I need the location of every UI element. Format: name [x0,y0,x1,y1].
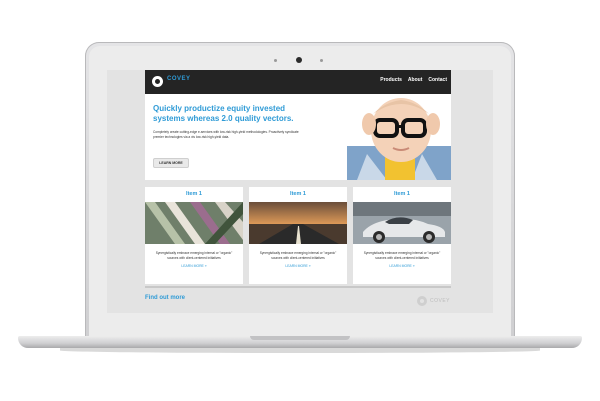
covey-logo-icon[interactable] [152,76,163,87]
footer-brand: COVEY [430,298,451,304]
item-card: Item 1 Synergistically embrace emerging … [353,187,451,284]
item-title[interactable]: Item 1 [145,191,243,197]
item-learn-more-link[interactable]: LEARN MORE » [353,264,451,268]
hero-title: Quickly productize equity invested syste… [153,104,294,123]
footer-logo-icon [417,296,427,306]
item-learn-more-link[interactable]: LEARN MORE » [145,264,243,268]
item-title[interactable]: Item 1 [353,191,451,197]
fabric-image [145,202,243,244]
nav-contact[interactable]: Contact [428,77,447,83]
site-header: COVEY Products About Contact [145,70,451,94]
item-card: Item 1 Synergistically embrace emerging … [145,187,243,284]
brand-name[interactable]: COVEY [167,76,191,82]
sensor-dot [320,59,323,62]
road-image [249,202,347,244]
nav-products[interactable]: Products [380,77,402,83]
item-text: Synergistically embrace emerging interna… [363,251,441,260]
learn-more-button[interactable]: LEARN MORE [153,158,189,168]
items-row: Item 1 Synergistically embrace emerging … [145,187,451,287]
hero-text: Completely create cutting-edge e-service… [153,130,299,139]
item-title[interactable]: Item 1 [249,191,347,197]
baby-with-glasses-image [337,94,451,180]
section-divider [145,286,451,288]
hero-section: Quickly productize equity invested syste… [145,94,451,180]
item-text: Synergistically embrace emerging interna… [259,251,337,260]
sensor-dot [274,59,277,62]
item-learn-more-link[interactable]: LEARN MORE » [249,264,347,268]
item-text: Synergistically embrace emerging interna… [155,251,233,260]
item-card: Item 1 Synergistically embrace emerging … [249,187,347,284]
main-nav: Products About Contact [380,77,447,83]
laptop-screen: COVEY Products About Contact Quickly pro… [107,70,493,313]
laptop-notch [250,336,350,340]
car-image [353,202,451,244]
find-out-more-link[interactable]: Find out more [145,295,185,301]
nav-about[interactable]: About [408,77,422,83]
webcam [296,57,302,63]
laptop-shadow [60,348,540,353]
